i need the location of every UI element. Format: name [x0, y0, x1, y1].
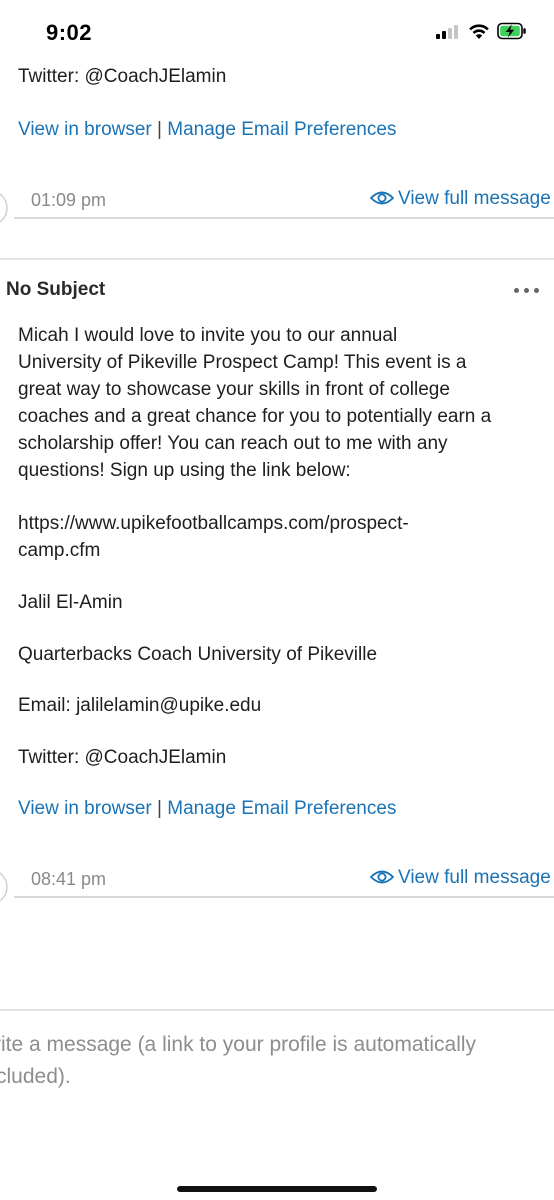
timestamp-divider — [14, 217, 554, 219]
signal-icon — [436, 25, 460, 39]
previous-manage-preferences-link[interactable]: Manage Email Preferences — [167, 119, 396, 140]
view-full-message-button[interactable]: View full message — [370, 867, 551, 889]
message-subject: No Subject — [6, 279, 106, 300]
previous-view-in-browser-link[interactable]: View in browser — [18, 119, 152, 140]
body-line: coaches and a great chance for you to po… — [18, 406, 492, 427]
home-indicator[interactable] — [177, 1186, 377, 1192]
link-separator: | — [157, 119, 162, 140]
compose-placeholder: rite a message (a link to your profile i… — [0, 1033, 477, 1056]
signature-title: Quarterbacks Coach University of Pikevil… — [18, 644, 378, 665]
previous-view-full-message-label: View full message — [398, 188, 551, 209]
message-divider — [0, 258, 554, 260]
view-in-browser-link[interactable]: View in browser — [18, 798, 152, 819]
manage-preferences-link[interactable]: Manage Email Preferences — [167, 798, 396, 819]
body-line: questions! Sign up using the link below: — [18, 460, 351, 481]
message-footer-links: View in browser | Manage Email Preferenc… — [18, 795, 396, 822]
signature-name: Jalil El-Amin — [18, 592, 123, 613]
signup-url[interactable]: https://www.upikefootballcamps.com/prosp… — [18, 510, 409, 537]
timestamp-divider — [14, 896, 554, 898]
view-full-message-label: View full message — [398, 867, 551, 888]
previous-timestamp: 01:09 pm — [31, 190, 107, 210]
status-bar: 9:02 — [0, 0, 554, 60]
body-line: scholarship offer! You can reach out to … — [18, 433, 448, 454]
body-line: Micah I would love to invite you to our … — [18, 325, 398, 346]
signature-email: Email: jalilelamin@upike.edu — [18, 695, 262, 716]
signature-twitter: Twitter: @CoachJElamin — [18, 747, 227, 768]
eye-icon — [370, 191, 394, 205]
more-options-icon[interactable] — [514, 288, 540, 296]
status-time: 9:02 — [46, 20, 93, 45]
previous-twitter: Twitter: @CoachJElamin — [18, 66, 227, 87]
compose-placeholder-continued: cluded). — [0, 1065, 71, 1088]
body-line: University of Pikeville Prospect Camp! T… — [18, 352, 467, 373]
signup-url-continued[interactable]: camp.cfm — [18, 537, 100, 564]
avatar-logo-icon — [0, 193, 8, 223]
wifi-icon — [469, 24, 489, 39]
battery-charging-icon — [497, 22, 526, 40]
link-separator: | — [157, 798, 162, 819]
eye-icon — [370, 870, 394, 884]
previous-view-full-message-button[interactable]: View full message — [370, 188, 551, 210]
message-timestamp: 08:41 pm — [31, 869, 107, 889]
compose-divider — [0, 1009, 554, 1011]
previous-footer-links: View in browser | Manage Email Preferenc… — [18, 116, 396, 143]
avatar-logo-icon — [0, 872, 8, 902]
body-line: great way to showcase your skills in fro… — [18, 379, 450, 400]
